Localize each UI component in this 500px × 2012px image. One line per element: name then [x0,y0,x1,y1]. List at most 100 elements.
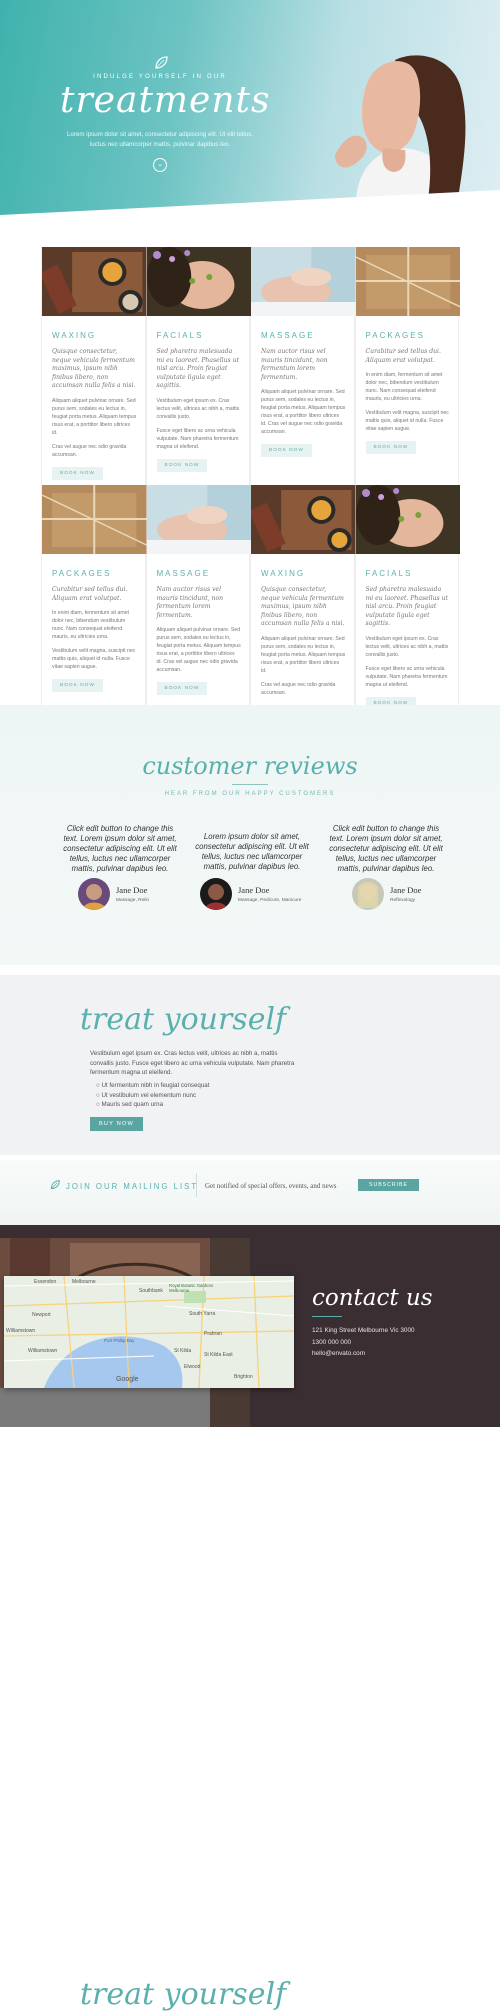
avatar [78,878,110,910]
treatment-name: FACIALS [365,569,413,578]
treatment-lead: Sed pharetra malesuada mi eu laoreet. Ph… [365,586,448,627]
map-brand: Google [116,1376,139,1383]
map-label: Williamstown [28,1348,58,1354]
treat-bullet-list: ○ Ut fermentum nibh in feugiat consequat… [96,1081,209,1110]
mailing-list-section [0,1160,500,1232]
treatment-body: Cras vel augue nec odio gravida accumsan… [52,443,127,458]
review-card: Click edit button to change this text. L… [326,824,446,910]
treatment-lead: Sed pharetra malesuada mi eu laoreet. Ph… [156,348,239,389]
book-now-button[interactable]: BOOK NOW [52,679,103,692]
treatment-card: WAXING Quisque consectetur, neque vehicu… [248,485,356,730]
packages-image [355,247,461,316]
treatment-name: MASSAGE [261,331,315,340]
treatment-body: Vestibulum velit magna, suscipit nec mat… [365,410,449,432]
treatment-lead: Quisque consectetur, neque vehicula ferm… [261,586,345,627]
map-label: St Kilda [174,1348,192,1354]
review-quote: Click edit button to change this text. L… [329,824,443,873]
treatment-body: In enim diam, fermentum sit amet dolor n… [365,372,443,402]
map-label: Brighton [234,1374,253,1380]
waxing-image [248,485,356,554]
treatment-body: Aliquam aliquet pulvinar ornare. Sed pur… [156,627,241,673]
waxing-image [39,247,147,316]
treatment-body: Vestibulum eget ipsum ex. Cras lectus ve… [156,397,240,420]
review-card: Click edit button to change this text. L… [60,824,180,910]
location-map[interactable]: Essendon Melbourne Newport Williamstown … [4,1276,294,1388]
buy-now-button[interactable]: BUY NOW [90,1117,144,1131]
facials-image [146,247,251,316]
reviewer-role: Massage, Reiki [116,898,149,903]
map-label: South Yarra [189,1311,216,1317]
treatment-lead: Quisque consectetur, neque vehicula ferm… [52,348,136,389]
treatment-body: Fusce eget libero ac urna vehicula vulpu… [156,427,239,450]
treatment-card: PACKAGES Curabitur sed tellus dui. Aliqu… [41,485,147,730]
avatar [200,878,232,910]
treatment-body: Cras vel augue nec odio gravida accumsan… [261,681,336,696]
hero-intro: Lorem ipsum dolor sit amet, consectetur … [66,131,254,148]
massage-image [251,247,356,316]
reviewer-role: Massage, Pedicure, Manicure [238,898,302,903]
treatment-card: FACIALS Sed pharetra malesuada mi eu lao… [354,485,460,730]
treatment-lead: Curabitur sed tellus dui. Aliquam erat v… [365,348,441,364]
map-label: Royal Botanic Gardens Melbourne [169,1283,214,1293]
treatment-name: WAXING [52,331,97,340]
list-item: ○ Ut fermentum nibh in feugiat consequat [96,1082,210,1089]
treatments-row-2: PACKAGES Curabitur sed tellus dui. Aliqu… [41,485,460,730]
treatment-lead: Curabitur sed tellus dui. Aliquam erat v… [52,586,128,602]
treatment-body: Aliquam aliquet pulvinar ornare. Sed pur… [261,635,346,674]
treatment-body: Aliquam aliquet pulvinar ornare. Sed pur… [261,389,346,435]
treatment-card: WAXING Quisque consectetur, neque vehicu… [39,247,147,492]
facials-image [355,485,460,554]
packages-image [41,485,147,554]
book-now-button[interactable]: BOOK NOW [156,458,208,472]
treatment-lead: Nam auctor risus vel mauris tincidunt, n… [261,348,328,381]
map-label: Prahran [204,1331,222,1337]
book-now-button[interactable]: BOOK NOW [261,444,312,457]
treatment-card: FACIALS Sed pharetra malesuada mi eu lao… [145,247,251,492]
treatment-name: PACKAGES [52,569,112,578]
treatment-lead: Nam auctor risus vel mauris tincidunt, n… [156,586,224,619]
treat-title: treat yourself [80,1002,287,1037]
review-quote: Lorem ipsum dolor sit amet, consectetur … [195,832,309,871]
massage-image [146,485,251,554]
list-item: ○ Mauris sed quam urna [96,1101,164,1108]
reviews-subtitle: HEAR FROM OUR HAPPY CUSTOMERS [164,791,336,797]
map-label: Elwood [184,1364,201,1370]
map-label: St Kilda East [204,1352,233,1358]
treatment-name: FACIALS [156,331,204,340]
treatment-body: Fusce eget libero ac urna vehicula vulpu… [365,665,448,688]
leaf-icon [50,1180,60,1190]
mailing-text: Get notified of special offers, events, … [205,1182,337,1190]
reviewer: Jane Doe Reflexology [352,878,421,910]
treatment-body: Vestibulum velit magna, suscipit nec mat… [52,648,136,670]
hero-woman-photo [335,55,470,215]
mailing-label: JOIN OUR MAILING LIST [66,1182,199,1191]
map-label: Port Phillip Bay [104,1338,135,1343]
map-label: Melbourne [72,1279,96,1285]
treatment-name: WAXING [261,569,306,578]
review-quote: Click edit button to change this text. L… [63,824,177,873]
treatment-body: In enim diam, fermentum sit amet dolor n… [52,610,129,640]
map-label: Southbank [139,1288,163,1294]
contact-email[interactable]: hello@envato.com [312,1350,365,1357]
book-now-button[interactable]: BOOK NOW [156,682,208,695]
contact-phone[interactable]: 1300 000 000 [312,1339,351,1346]
treat-paragraph: Vestibulum eget ipsum ex. Cras lectus ve… [90,1050,295,1076]
map-label: Williamstown [6,1328,36,1334]
map-label: Essendon [34,1279,57,1285]
treatment-card: MASSAGE Nam auctor risus vel mauris tinc… [145,485,251,730]
subscribe-button[interactable]: SUBSCRIBE [358,1179,419,1191]
divider [232,784,268,785]
scroll-down-icon[interactable]: ⌄ [153,158,167,172]
reviewer: Jane Doe Massage, Reiki [78,878,149,910]
treatment-body: Aliquam aliquet pulvinar ornare. Sed pur… [52,397,137,436]
book-now-button[interactable]: BOOK NOW [52,466,103,480]
reviewer-role: Reflexology [390,898,416,903]
divider [196,1173,197,1197]
avatar [352,878,384,910]
reviewer-name: Jane Doe [238,885,270,895]
leaf-icon [155,56,168,69]
treatment-card: MASSAGE Nam auctor risus vel mauris tinc… [250,247,356,492]
book-now-button[interactable]: BOOK NOW [365,441,417,454]
divider [312,1316,342,1317]
treatment-name: MASSAGE [156,569,211,578]
